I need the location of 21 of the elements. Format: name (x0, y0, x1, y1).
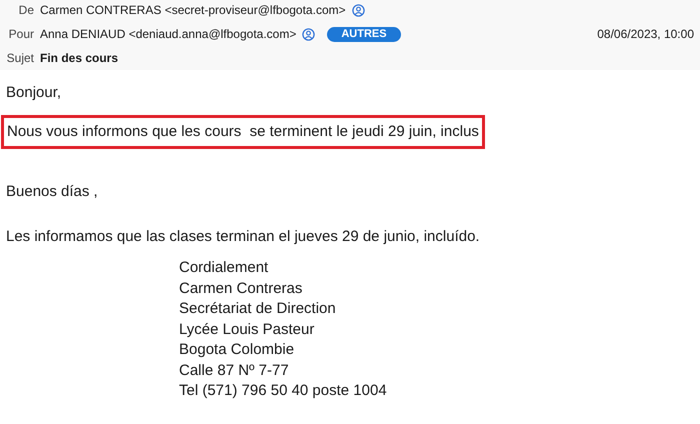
message-paragraph: Nous vous informons que les cours se terminent le jeudi 29 juin, inclus (1, 114, 485, 149)
signature-line: Carmen Contreras (179, 278, 304, 298)
sender[interactable]: Carmen CONTRERAS <secret-proviseur@lfbogota.com> (40, 1, 346, 19)
signature-line: Secrétariat de Direction (179, 299, 337, 319)
contact-icon[interactable] (302, 28, 316, 40)
from-label: De (18, 2, 34, 19)
signature-line: Lycée Louis Pasteur (179, 320, 316, 340)
message-paragraph: Buenos días , (6, 182, 98, 202)
recipient[interactable]: Anna DENIAUD <deniaud.anna@lfbogota.com> (40, 25, 296, 43)
signature-line: Tel (571) 796 50 40 poste 1004 (179, 381, 388, 401)
message-paragraph: Les informamos que las clases terminan el jueves 29 de junio, incluído. (6, 226, 480, 246)
to-label: Pour (8, 26, 34, 43)
subject: Fin des cours (40, 50, 118, 67)
signature-line: Bogota Colombie (179, 340, 296, 360)
signature-line: Calle 87 Nº 7-77 (179, 360, 290, 380)
message-paragraph: Bonjour, (6, 83, 62, 103)
date: 08/06/2023, 10:00 (597, 26, 694, 43)
signature-line: Cordialement (179, 258, 270, 278)
category-tag[interactable]: AUTRES (327, 26, 401, 42)
subject-label: Sujet (6, 50, 34, 67)
contact-icon[interactable] (352, 4, 365, 16)
